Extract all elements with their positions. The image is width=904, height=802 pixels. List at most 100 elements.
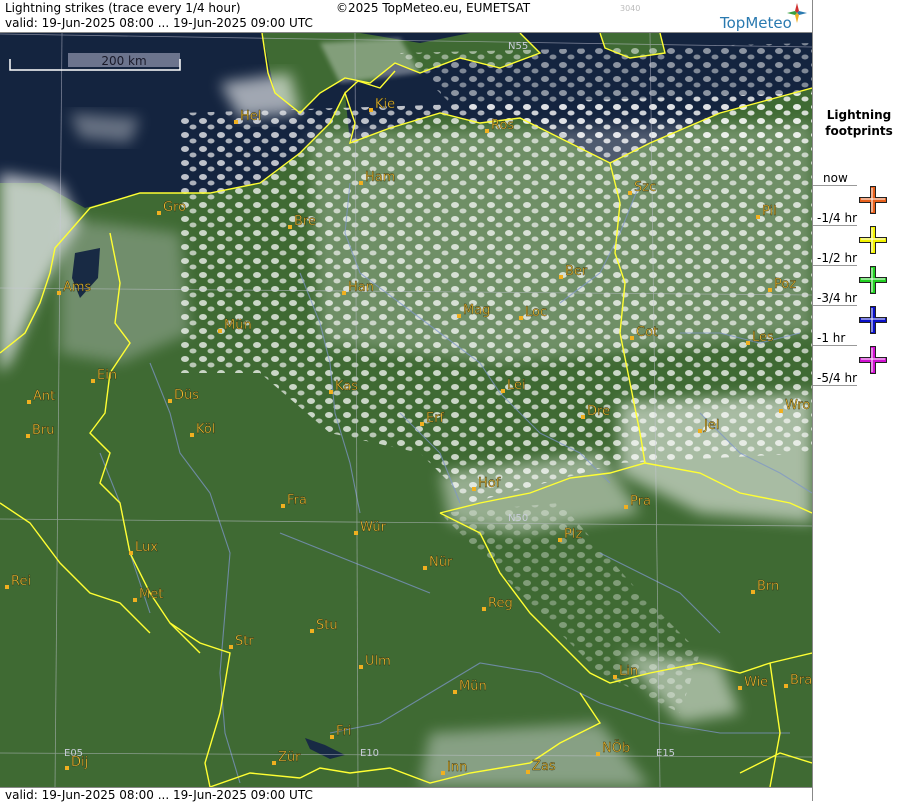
city-marker[interactable]: Mag: [457, 303, 491, 318]
city-label: Szc: [634, 180, 656, 195]
city-dot: [218, 329, 222, 333]
city-dot: [369, 108, 373, 112]
city-dot: [423, 566, 427, 570]
city-label: Wie: [744, 675, 768, 690]
lightning-cross-icon: [859, 346, 887, 374]
city-label: Met: [139, 587, 163, 602]
city-dot: [624, 505, 628, 509]
city-label: Han: [348, 280, 374, 295]
city-label: Nür: [429, 555, 453, 570]
city-dot: [229, 645, 233, 649]
city-label: Ein: [97, 368, 117, 383]
city-marker[interactable]: Ham: [359, 170, 396, 185]
city-dot: [756, 215, 760, 219]
legend-tick: [813, 185, 857, 186]
city-dot: [526, 770, 530, 774]
city-dot: [751, 590, 755, 594]
city-label: Ant: [33, 389, 55, 404]
legend-label: -1/2 hr: [817, 251, 857, 265]
city-dot: [359, 181, 363, 185]
city-dot: [5, 585, 9, 589]
city-label: Les: [752, 330, 774, 345]
city-dot: [329, 390, 333, 394]
city-label: Kie: [375, 97, 395, 112]
city-label: Gro: [163, 200, 186, 215]
city-dot: [784, 684, 788, 688]
city-label: Zas: [532, 759, 556, 774]
lightning-cross-icon: [859, 306, 887, 334]
city-marker[interactable]: Mün: [453, 679, 487, 694]
city-label: Cot: [636, 325, 658, 340]
legend-label: -3/4 hr: [817, 291, 857, 305]
city-dot: [519, 316, 523, 320]
map-title: Lightning strikes (trace every 1/4 hour): [5, 1, 241, 15]
city-label: Str: [235, 634, 254, 649]
city-label: Lei: [507, 378, 526, 393]
city-dot: [354, 531, 358, 535]
city-label: Ulm: [365, 654, 391, 669]
city-dot: [698, 429, 702, 433]
grid-label-n55: N55: [508, 41, 528, 52]
city-dot: [558, 538, 562, 542]
grid-label-e15: E15: [656, 748, 675, 759]
city-dot: [281, 504, 285, 508]
city-dot: [420, 422, 424, 426]
legend-title: Lightning footprints: [825, 108, 893, 138]
legend-label: -1 hr: [817, 331, 846, 345]
legend-tick: [813, 305, 857, 306]
city-label: Mün: [224, 318, 252, 333]
city-label: Poz: [774, 277, 796, 292]
city-label: Ros: [491, 118, 514, 133]
city-label: Erf: [426, 411, 445, 426]
city-marker[interactable]: Mün: [218, 318, 252, 333]
city-dot: [310, 629, 314, 633]
map-canvas: 200 km N55 N50 E05 E10 E15 KieHelRosHamS…: [0, 33, 812, 787]
city-dot: [482, 607, 486, 611]
city-label: Bre: [294, 214, 316, 229]
map-footer: valid: 19-Jun-2025 08:00 ... 19-Jun-2025…: [0, 787, 812, 802]
lightning-cross-icon: [859, 266, 887, 294]
city-dot: [613, 675, 617, 679]
city-dot: [157, 211, 161, 215]
city-label: Ham: [365, 170, 395, 185]
city-dot: [133, 598, 137, 602]
city-label: Mün: [459, 679, 487, 694]
city-marker[interactable]: Ams: [57, 280, 92, 295]
city-dot: [65, 766, 69, 770]
city-dot: [457, 314, 461, 318]
satellite-map[interactable]: 200 km N55 N50 E05 E10 E15 Kie Hel Ros Ham S…: [0, 33, 812, 787]
map-header: Lightning strikes (trace every 1/4 hour)…: [0, 0, 812, 33]
valid-range: valid: 19-Jun-2025 08:00 ... 19-Jun-2025…: [5, 16, 313, 30]
city-dot: [190, 433, 194, 437]
city-label: Lin: [619, 664, 638, 679]
city-label: Wür: [360, 520, 387, 535]
product-code: 3040: [620, 4, 641, 13]
copyright-text: ©2025 TopMeteo.eu, EUMETSAT: [336, 1, 531, 15]
lightning-legend: Lightning footprints now -1/4 hr -1/2 hr -3…: [812, 0, 904, 801]
city-label: Ams: [63, 280, 92, 295]
city-label: Zür: [278, 750, 301, 765]
city-dot: [453, 690, 457, 694]
city-label: Hof: [478, 476, 501, 491]
city-label: Wro: [785, 398, 810, 413]
city-dot: [359, 665, 363, 669]
city-dot: [738, 686, 742, 690]
legend-label: now: [823, 171, 848, 185]
city-label: Reg: [488, 596, 513, 611]
city-label: Köl: [196, 422, 215, 437]
city-dot: [501, 389, 505, 393]
city-dot: [746, 341, 750, 345]
city-label: Fri: [336, 724, 352, 739]
lightning-cross-icon: [859, 186, 887, 214]
city-label: Bru: [32, 423, 55, 438]
city-marker[interactable]: NÖb: [596, 739, 630, 756]
legend-tick: [813, 225, 857, 226]
city-dot: [288, 225, 292, 229]
city-dot: [91, 379, 95, 383]
city-dot: [168, 399, 172, 403]
city-label: Jel: [703, 418, 719, 433]
city-dot: [559, 275, 563, 279]
footer-valid-range: valid: 19-Jun-2025 08:00 ... 19-Jun-2025…: [5, 788, 313, 802]
city-label: Brn: [757, 579, 779, 594]
city-dot: [472, 487, 476, 491]
